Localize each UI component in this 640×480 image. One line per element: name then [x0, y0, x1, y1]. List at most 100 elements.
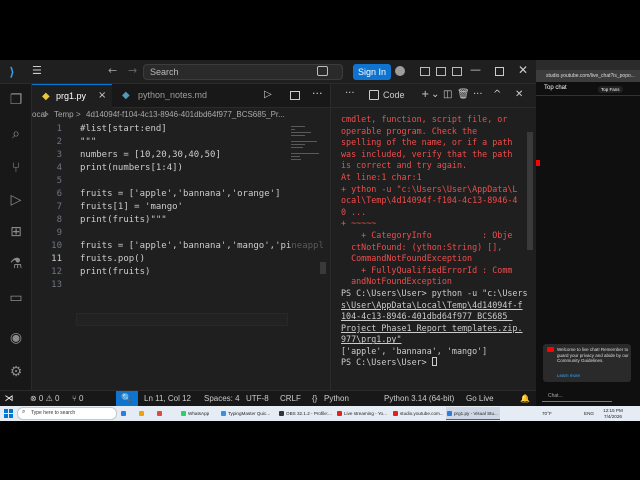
forward-arrow-icon[interactable]: →	[128, 64, 137, 77]
taskbar-app[interactable]	[138, 407, 154, 420]
breadcrumb-separator: >	[44, 110, 49, 119]
run-debug-icon[interactable]: ▷	[8, 192, 24, 208]
terminal-line-text: andNotFoundException	[341, 276, 452, 287]
browser-url[interactable]: studio.youtube.com/live_chat?is_popo...	[536, 70, 640, 82]
trash-icon[interactable]: 🗑	[457, 89, 470, 100]
taskbar-app[interactable]: prg1.py - Visual Stu...	[446, 407, 500, 420]
bell-icon[interactable]: 🔔	[520, 394, 530, 403]
status-problems[interactable]: ⊗ 0 ⚠ 0	[30, 394, 59, 403]
command-center-search[interactable]: Search	[143, 64, 343, 80]
maximize-panel-icon[interactable]: ^	[493, 89, 501, 100]
more-actions-icon[interactable]: ···	[312, 87, 323, 100]
extensions-icon[interactable]: ⊞	[8, 224, 24, 240]
code-line: """	[80, 137, 97, 147]
terminal-line-text: cmdlet, function, script file, or	[341, 114, 508, 124]
taskbar-app[interactable]: TypingMaster Quic...	[220, 407, 276, 420]
tab-python-notes-md[interactable]: ◆ python_notes.md	[112, 84, 238, 108]
vscode-window: ⟩ ☰ ← → Search Sign In — ✕ ❐ ⌕ ⑂ ▷ ⊞ ⚗ ▭	[0, 60, 537, 407]
back-arrow-icon[interactable]: ←	[108, 64, 117, 77]
terminal-output[interactable]: cmdlet, function, script file, or operabl…	[341, 114, 531, 369]
terminal-scrollbar[interactable]	[527, 132, 533, 250]
toggle-secondary-sidebar-icon[interactable]	[452, 67, 462, 76]
taskbar-app[interactable]: studio.youtube.com...	[392, 407, 444, 420]
taskbar-app[interactable]: WhatsApp	[180, 407, 218, 420]
add-terminal-icon[interactable]: +	[421, 89, 429, 100]
tab-prg1-py[interactable]: ◆ prg1.py ×	[32, 84, 112, 108]
status-ports[interactable]: ⑂ 0	[72, 394, 83, 403]
account-icon[interactable]	[395, 66, 405, 76]
minimize-icon[interactable]: —	[470, 63, 481, 76]
system-tray: 70°F ENG 12:15 PM 7/4/2026	[528, 407, 640, 420]
desktop-screen: ⟩ ☰ ← → Search Sign In — ✕ ❐ ⌕ ⑂ ▷ ⊞ ⚗ ▭	[0, 60, 640, 421]
remote-explorer-icon[interactable]: ▭	[8, 290, 24, 306]
tab-close-icon[interactable]: ×	[98, 90, 106, 101]
status-language[interactable]: Python	[324, 394, 349, 403]
taskbar-app[interactable]: OBS 32.1.2 - Profile:...	[278, 407, 334, 420]
editor-scrollbar[interactable]	[320, 262, 326, 274]
learn-more-link[interactable]: Learn more	[557, 373, 580, 378]
terminal-line-text: spelling of the name, or if a path	[341, 137, 513, 148]
run-python-file-icon[interactable]: ▷	[264, 89, 272, 100]
input-language[interactable]: ENG	[584, 411, 594, 416]
more-icon[interactable]: ···	[345, 88, 355, 99]
line-number: 11	[51, 254, 62, 264]
source-control-icon[interactable]: ⑂	[8, 160, 24, 176]
testing-icon[interactable]: ⚗	[8, 256, 24, 272]
status-cursor-position[interactable]: Ln 11, Col 12	[144, 394, 191, 403]
copilot-icon[interactable]	[317, 66, 328, 76]
toggle-panel-icon[interactable]	[436, 67, 446, 76]
code-line: print(fruits)"""	[80, 215, 167, 225]
terminal-line-text: 0 ...	[341, 206, 367, 217]
explorer-icon[interactable]: ❐	[8, 92, 24, 108]
zoom-icon[interactable]: 🔍	[116, 391, 138, 407]
maximize-icon[interactable]	[495, 67, 504, 76]
top-chat-dropdown[interactable]: Top chat	[544, 85, 567, 91]
sign-in-button[interactable]: Sign In	[353, 64, 391, 80]
status-encoding[interactable]: UTF-8	[246, 394, 269, 403]
search-icon[interactable]: ⌕	[8, 126, 24, 142]
weather[interactable]: 70°F	[542, 411, 552, 416]
breadcrumb-item[interactable]: Temp	[54, 110, 74, 119]
clock[interactable]: 12:15 PM 7/4/2026	[602, 408, 624, 419]
activity-bar: ❐ ⌕ ⑂ ▷ ⊞ ⚗ ▭ ◉ ⚙	[0, 84, 32, 390]
line-number: 4	[56, 163, 62, 173]
search-icon: ⌕	[22, 409, 26, 415]
markdown-file-icon: ◆	[122, 90, 130, 101]
close-icon[interactable]: ✕	[518, 63, 528, 77]
settings-gear-icon[interactable]: ⚙	[8, 364, 24, 380]
chat-input[interactable]: Chat...	[542, 390, 612, 402]
taskbar-app[interactable]	[156, 407, 176, 420]
windows-start-icon[interactable]	[4, 409, 13, 418]
terminal-line: cmdlet, function, script file, or	[341, 114, 531, 126]
more-actions-icon[interactable]: ···	[473, 89, 483, 100]
status-interpreter[interactable]: Python 3.14 (64-bit)	[384, 394, 454, 403]
app-icon	[181, 411, 186, 416]
status-indentation[interactable]: Spaces: 4	[204, 394, 240, 403]
account-icon[interactable]: ◉	[8, 330, 24, 346]
line-number: 2	[56, 137, 62, 147]
toggle-primary-sidebar-icon[interactable]	[420, 67, 430, 76]
taskbar-search[interactable]: ⌕ Type here to search	[17, 407, 117, 420]
output-panel: ··· Code + ⌄ ◫ 🗑 ··· ^ ✕ cmdlet, functio…	[330, 84, 537, 390]
minimap[interactable]	[289, 124, 319, 164]
remote-icon[interactable]: ⋊	[0, 391, 18, 407]
python-file-icon: ◆	[42, 91, 50, 102]
split-editor-icon[interactable]	[290, 91, 300, 100]
status-golive[interactable]: Go Live	[466, 394, 494, 403]
status-eol[interactable]: CRLF	[280, 394, 301, 403]
terminal-name[interactable]: Code	[383, 90, 405, 100]
hamburger-menu-icon[interactable]: ☰	[32, 65, 44, 77]
split-terminal-icon[interactable]: ◫	[443, 89, 452, 100]
terminal-line: + ~~~~~	[341, 218, 531, 230]
taskbar-app[interactable]	[120, 407, 136, 420]
breadcrumb-item[interactable]: 4d14094f-f104-4c13-8946-401dbd64f977_BCS…	[86, 110, 285, 119]
chevron-down-icon[interactable]: ⌄	[431, 89, 439, 100]
chat-placeholder: Chat...	[548, 393, 563, 399]
vscode-logo-icon: ⟩	[9, 65, 15, 79]
taskbar-app[interactable]: Live streaming - Yo...	[336, 407, 390, 420]
taskbar-search-placeholder: Type here to search	[31, 410, 76, 416]
close-panel-icon[interactable]: ✕	[515, 89, 523, 100]
code-editor[interactable]: 1 #list[start:end] 2 """ 3 numbers = [10,20,3…	[32, 122, 330, 390]
top-fans-button[interactable]: Top Fans	[598, 86, 623, 93]
terminal-line: ctNotFound: (ython:String) [],	[341, 242, 531, 254]
